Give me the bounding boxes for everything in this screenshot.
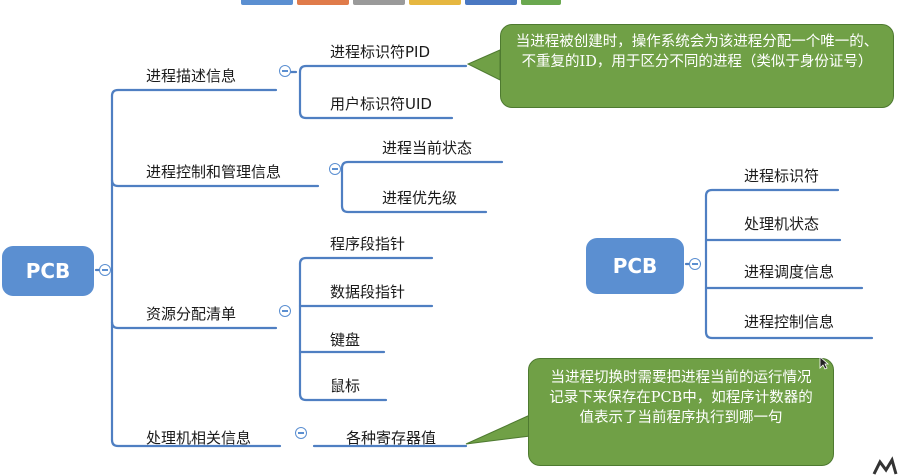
left-root-collapse-icon[interactable] [99,264,111,276]
leaf-node[interactable]: 程序段指针 [330,233,405,254]
right-leaf-node[interactable]: 进程调度信息 [744,261,834,282]
branch-collapse-icon[interactable] [279,305,291,317]
right-leaf-node[interactable]: 处理机状态 [744,213,819,234]
left-root-node[interactable]: PCB [2,246,94,296]
leaf-node[interactable]: 进程标识符PID [330,41,430,62]
right-leaf-node[interactable]: 进程标识符 [744,165,819,186]
right-root-collapse-icon[interactable] [689,258,701,270]
corner-decoration-icon [872,456,898,475]
leaf-node[interactable]: 各种寄存器值 [346,427,436,448]
left-root-label: PCB [25,259,71,283]
leaf-node[interactable]: 进程优先级 [382,187,457,208]
callout-pcb-switch-note: 当进程切换时需要把进程当前的运行情况记录下来保存在PCB中，如程序计数器的值表示… [528,358,834,466]
mouse-cursor-icon [819,356,829,370]
leaf-node[interactable]: 用户标识符UID [330,93,432,114]
branch-label[interactable]: 进程描述信息 [146,65,236,86]
leaf-node[interactable]: 键盘 [330,329,360,350]
right-leaf-node[interactable]: 进程控制信息 [744,311,834,332]
leaf-node[interactable]: 数据段指针 [330,281,405,302]
callout-pid-text: 当进程被创建时，操作系统会为该进程分配一个唯一的、不重复的ID，用于区分不同的进… [515,34,879,70]
callout-switch-text: 当进程切换时需要把进程当前的运行情况记录下来保存在PCB中，如程序计数器的值表示… [549,370,813,426]
branch-collapse-icon[interactable] [279,65,291,77]
callout-pid-note: 当进程被创建时，操作系统会为该进程分配一个唯一的、不重复的ID，用于区分不同的进… [500,24,894,108]
leaf-node[interactable]: 进程当前状态 [382,137,472,158]
right-root-label: PCB [612,254,658,278]
branch-label[interactable]: 进程控制和管理信息 [146,161,281,182]
branch-label[interactable]: 资源分配清单 [146,303,236,324]
branch-label[interactable]: 处理机相关信息 [146,427,251,448]
branch-collapse-icon[interactable] [295,427,307,439]
branch-collapse-icon[interactable] [329,163,341,175]
right-root-node[interactable]: PCB [586,238,684,294]
leaf-node[interactable]: 鼠标 [330,375,360,396]
